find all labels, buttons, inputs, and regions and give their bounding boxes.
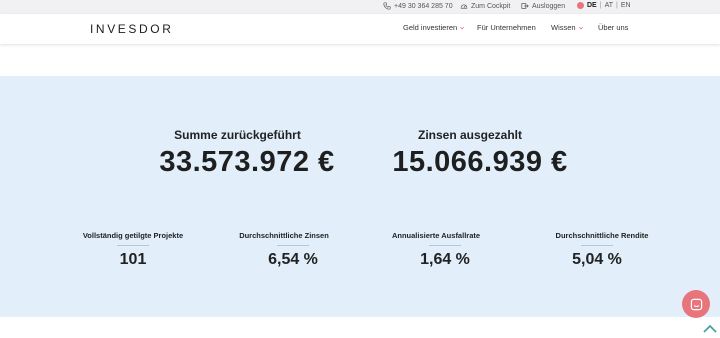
cockpit-link[interactable]: Zum Cockpit xyxy=(460,2,510,10)
stat-label-summe: Summe zurückgeführt xyxy=(174,128,301,142)
stat-label-ausfallrate: Annualisierte Ausfallrate xyxy=(391,231,481,240)
cockpit-label: Zum Cockpit xyxy=(471,2,511,10)
nav-item-label: Geld investieren xyxy=(403,23,458,32)
stat-label-rendite: Durchschnittliche Rendite xyxy=(555,231,649,240)
main-navigation: INVESDOR Geld investieren Für Unternehme… xyxy=(0,14,720,44)
logout-label: Ausloggen xyxy=(532,2,566,10)
nav-item-label: Für Unternehmen xyxy=(477,23,536,32)
language-separator: | xyxy=(616,2,618,9)
stat-value-rendite: 5,04 % xyxy=(572,251,622,268)
chevron-down-icon xyxy=(578,26,583,29)
phone-icon xyxy=(383,2,391,10)
phone-link[interactable]: +49 30 364 285 70 xyxy=(383,2,453,10)
language-en[interactable]: EN xyxy=(621,2,631,9)
stat-value-durchschnittliche-zinsen: 6,54 % xyxy=(268,251,318,268)
divider xyxy=(429,245,461,246)
statistics-section: Summe zurückgeführt 33.573.972 € Zinsen … xyxy=(0,76,720,317)
logo[interactable]: INVESDOR xyxy=(90,22,173,36)
cockpit-icon xyxy=(460,4,468,9)
nav-item-fuer-unternehmen[interactable]: Für Unternehmen xyxy=(477,23,536,32)
nav-item-geld-investieren[interactable]: Geld investieren xyxy=(403,23,465,32)
stat-label-getilgte-projekte: Vollständig getilgte Projekte xyxy=(82,231,184,240)
logout-link[interactable]: Ausloggen xyxy=(521,2,565,10)
language-at[interactable]: AT xyxy=(605,2,613,9)
top-utility-bar: +49 30 364 285 70 Zum Cockpit Ausloggen … xyxy=(0,0,720,14)
stat-value-zinsen-ausgezahlt: 15.066.939 € xyxy=(392,146,568,178)
divider xyxy=(277,245,309,246)
language-separator: | xyxy=(599,2,602,9)
logout-icon xyxy=(521,3,529,9)
nav-item-ueber-uns[interactable]: Über uns xyxy=(598,23,628,32)
stat-label-durchschnittliche-zinsen: Durchschnittliche Zinsen xyxy=(239,231,329,240)
stat-value-summe: 33.573.972 € xyxy=(159,146,335,178)
stat-label-zinsen-ausgezahlt: Zinsen ausgezahlt xyxy=(417,128,523,142)
flag-icon xyxy=(577,2,584,9)
chevron-down-icon xyxy=(460,26,465,29)
chat-icon xyxy=(690,298,702,310)
divider xyxy=(581,245,613,246)
chevron-up-icon[interactable] xyxy=(703,324,717,334)
nav-item-label: Wissen xyxy=(551,23,576,32)
chat-button[interactable] xyxy=(682,290,710,318)
nav-item-wissen[interactable]: Wissen xyxy=(551,23,584,32)
stat-value-ausfallrate: 1,64 % xyxy=(420,251,470,268)
stat-value-getilgte-projekte: 101 xyxy=(119,251,147,268)
language-de[interactable]: DE xyxy=(587,2,597,9)
language-switcher: DE | AT | EN xyxy=(577,2,631,9)
phone-number: +49 30 364 285 70 xyxy=(394,2,453,10)
divider xyxy=(117,245,149,246)
nav-item-label: Über uns xyxy=(598,23,629,32)
